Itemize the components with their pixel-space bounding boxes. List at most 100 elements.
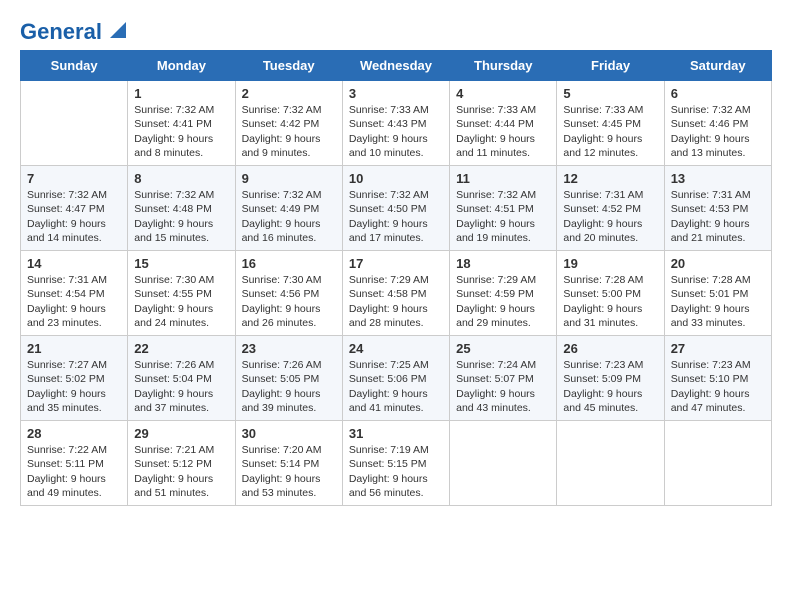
- day-info: Daylight: 9 hours: [671, 132, 765, 146]
- day-info: Daylight: 9 hours: [563, 387, 657, 401]
- day-info: Sunrise: 7:29 AM: [456, 273, 550, 287]
- day-info: and 51 minutes.: [134, 486, 228, 500]
- day-info: Sunset: 5:00 PM: [563, 287, 657, 301]
- day-info: Sunset: 4:50 PM: [349, 202, 443, 216]
- day-info: Sunrise: 7:29 AM: [349, 273, 443, 287]
- weekday-header-tuesday: Tuesday: [235, 51, 342, 81]
- calendar-table: SundayMondayTuesdayWednesdayThursdayFrid…: [20, 50, 772, 506]
- day-info: Sunrise: 7:23 AM: [671, 358, 765, 372]
- day-number: 26: [563, 341, 657, 356]
- calendar-cell: [664, 421, 771, 506]
- day-info: Sunrise: 7:32 AM: [242, 103, 336, 117]
- day-info: Sunset: 4:54 PM: [27, 287, 121, 301]
- calendar-cell: 17Sunrise: 7:29 AMSunset: 4:58 PMDayligh…: [342, 251, 449, 336]
- day-info: and 11 minutes.: [456, 146, 550, 160]
- day-info: Sunset: 5:01 PM: [671, 287, 765, 301]
- day-info: and 16 minutes.: [242, 231, 336, 245]
- calendar-cell: 15Sunrise: 7:30 AMSunset: 4:55 PMDayligh…: [128, 251, 235, 336]
- page-header: General: [20, 20, 772, 40]
- day-info: Sunrise: 7:30 AM: [134, 273, 228, 287]
- day-info: Daylight: 9 hours: [27, 302, 121, 316]
- day-info: and 17 minutes.: [349, 231, 443, 245]
- day-info: and 29 minutes.: [456, 316, 550, 330]
- day-number: 8: [134, 171, 228, 186]
- day-number: 10: [349, 171, 443, 186]
- week-row-2: 7Sunrise: 7:32 AMSunset: 4:47 PMDaylight…: [21, 166, 772, 251]
- day-info: Daylight: 9 hours: [134, 387, 228, 401]
- day-number: 7: [27, 171, 121, 186]
- day-info: and 47 minutes.: [671, 401, 765, 415]
- day-info: and 10 minutes.: [349, 146, 443, 160]
- day-info: Daylight: 9 hours: [456, 132, 550, 146]
- day-info: and 45 minutes.: [563, 401, 657, 415]
- day-info: Sunset: 4:45 PM: [563, 117, 657, 131]
- day-info: Sunrise: 7:31 AM: [27, 273, 121, 287]
- day-info: Sunrise: 7:32 AM: [456, 188, 550, 202]
- day-number: 13: [671, 171, 765, 186]
- day-info: and 39 minutes.: [242, 401, 336, 415]
- calendar-cell: 3Sunrise: 7:33 AMSunset: 4:43 PMDaylight…: [342, 81, 449, 166]
- day-info: Daylight: 9 hours: [242, 217, 336, 231]
- weekday-header-thursday: Thursday: [450, 51, 557, 81]
- calendar-cell: 30Sunrise: 7:20 AMSunset: 5:14 PMDayligh…: [235, 421, 342, 506]
- day-info: Daylight: 9 hours: [349, 217, 443, 231]
- week-row-5: 28Sunrise: 7:22 AMSunset: 5:11 PMDayligh…: [21, 421, 772, 506]
- day-info: Daylight: 9 hours: [134, 472, 228, 486]
- day-info: Sunset: 4:53 PM: [671, 202, 765, 216]
- day-info: Sunset: 4:46 PM: [671, 117, 765, 131]
- day-info: Sunset: 5:09 PM: [563, 372, 657, 386]
- day-info: Daylight: 9 hours: [349, 132, 443, 146]
- day-number: 6: [671, 86, 765, 101]
- day-number: 5: [563, 86, 657, 101]
- weekday-header-friday: Friday: [557, 51, 664, 81]
- day-info: Sunset: 4:47 PM: [27, 202, 121, 216]
- day-info: Daylight: 9 hours: [456, 217, 550, 231]
- day-info: Sunset: 5:07 PM: [456, 372, 550, 386]
- day-number: 23: [242, 341, 336, 356]
- day-info: and 43 minutes.: [456, 401, 550, 415]
- day-info: Sunset: 5:10 PM: [671, 372, 765, 386]
- day-number: 3: [349, 86, 443, 101]
- calendar-cell: 27Sunrise: 7:23 AMSunset: 5:10 PMDayligh…: [664, 336, 771, 421]
- day-info: and 31 minutes.: [563, 316, 657, 330]
- day-info: Sunset: 5:15 PM: [349, 457, 443, 471]
- day-info: Sunrise: 7:28 AM: [671, 273, 765, 287]
- calendar-cell: 5Sunrise: 7:33 AMSunset: 4:45 PMDaylight…: [557, 81, 664, 166]
- day-info: Sunrise: 7:28 AM: [563, 273, 657, 287]
- day-info: and 19 minutes.: [456, 231, 550, 245]
- day-info: Daylight: 9 hours: [242, 387, 336, 401]
- day-number: 28: [27, 426, 121, 441]
- day-number: 11: [456, 171, 550, 186]
- calendar-cell: 4Sunrise: 7:33 AMSunset: 4:44 PMDaylight…: [450, 81, 557, 166]
- day-info: and 35 minutes.: [27, 401, 121, 415]
- day-number: 16: [242, 256, 336, 271]
- day-info: Daylight: 9 hours: [27, 217, 121, 231]
- logo-text: General: [20, 20, 102, 44]
- day-info: Sunrise: 7:30 AM: [242, 273, 336, 287]
- day-number: 29: [134, 426, 228, 441]
- day-number: 15: [134, 256, 228, 271]
- day-info: Daylight: 9 hours: [27, 387, 121, 401]
- day-info: Daylight: 9 hours: [563, 132, 657, 146]
- day-info: Sunrise: 7:33 AM: [456, 103, 550, 117]
- day-info: and 53 minutes.: [242, 486, 336, 500]
- calendar-cell: 21Sunrise: 7:27 AMSunset: 5:02 PMDayligh…: [21, 336, 128, 421]
- day-info: Sunrise: 7:26 AM: [242, 358, 336, 372]
- day-info: and 23 minutes.: [27, 316, 121, 330]
- day-number: 21: [27, 341, 121, 356]
- day-info: Sunrise: 7:32 AM: [134, 188, 228, 202]
- day-number: 24: [349, 341, 443, 356]
- calendar-cell: 16Sunrise: 7:30 AMSunset: 4:56 PMDayligh…: [235, 251, 342, 336]
- day-info: and 26 minutes.: [242, 316, 336, 330]
- weekday-header-saturday: Saturday: [664, 51, 771, 81]
- day-info: Sunset: 4:56 PM: [242, 287, 336, 301]
- day-info: Sunset: 5:04 PM: [134, 372, 228, 386]
- day-info: Sunrise: 7:26 AM: [134, 358, 228, 372]
- day-info: and 14 minutes.: [27, 231, 121, 245]
- day-info: Sunrise: 7:21 AM: [134, 443, 228, 457]
- day-info: and 56 minutes.: [349, 486, 443, 500]
- weekday-header-wednesday: Wednesday: [342, 51, 449, 81]
- day-info: and 37 minutes.: [134, 401, 228, 415]
- day-info: Sunrise: 7:31 AM: [563, 188, 657, 202]
- day-info: and 24 minutes.: [134, 316, 228, 330]
